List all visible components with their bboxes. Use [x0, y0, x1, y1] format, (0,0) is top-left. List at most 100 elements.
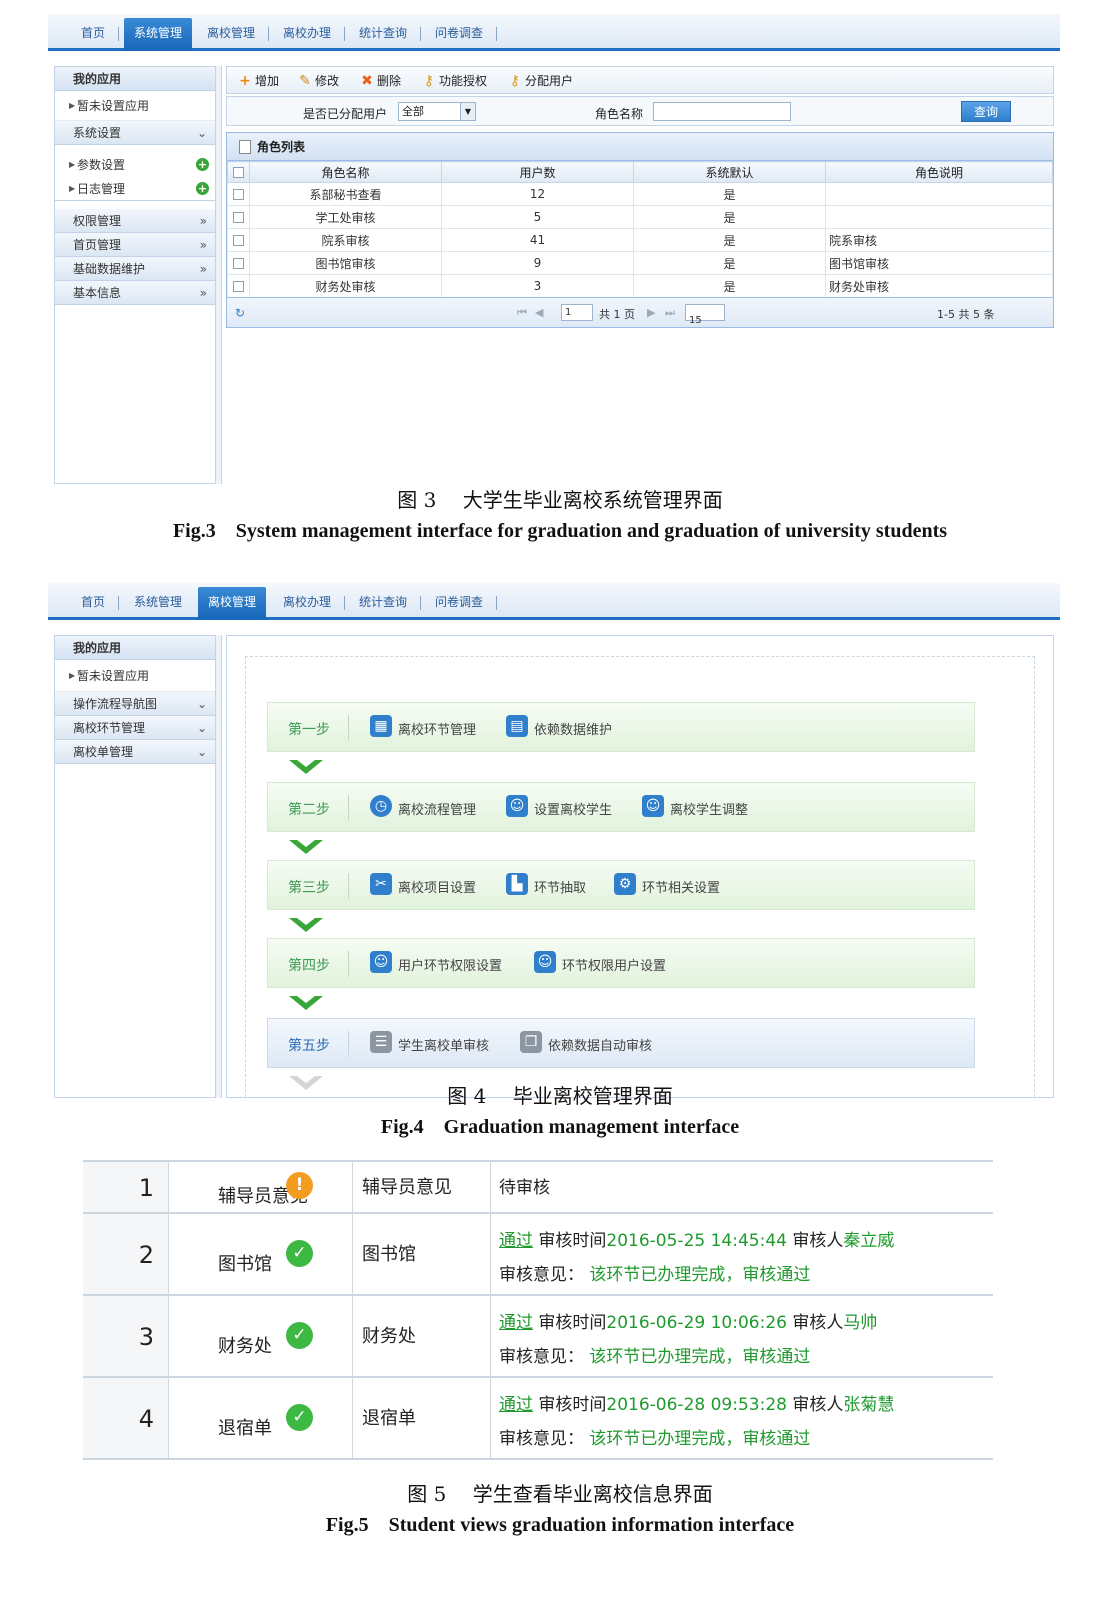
sidebar-group-system-settings[interactable]: 系统设置 ⌄: [55, 121, 215, 145]
nav-tab-home[interactable]: 首页: [72, 591, 114, 620]
step-link[interactable]: ☺ 离校学生调整: [642, 795, 748, 818]
nav-tab-survey[interactable]: 问卷调查: [426, 591, 492, 620]
nav-tab-leave-handle[interactable]: 离校办理: [274, 22, 340, 51]
table-row[interactable]: 学工处审核 5 是: [227, 205, 1053, 229]
table-row[interactable]: 图书馆审核 9 是图书馆审核: [227, 251, 1053, 275]
last-page-icon[interactable]: ⏭: [665, 306, 675, 320]
row-select-cell[interactable]: [227, 205, 250, 229]
step-link[interactable]: ◷ 离校流程管理: [370, 795, 476, 818]
checkbox[interactable]: [233, 167, 244, 178]
column-header[interactable]: 角色说明: [825, 161, 1053, 183]
add-button[interactable]: + 增加: [237, 73, 279, 89]
checkbox[interactable]: [233, 212, 244, 223]
sidebar-group-label: 基础数据维护: [73, 262, 146, 276]
role-name-label: 角色名称: [595, 107, 644, 121]
opinion-line: 审核意见： 该环节已办理完成，审核通过: [499, 1260, 810, 1285]
table-row[interactable]: 系部秘书查看 12 是: [227, 182, 1053, 206]
pass-status[interactable]: 通过: [499, 1395, 533, 1415]
fig5-audit-table: 1 辅导员意见 ! 辅导员意见 待审核 2 图书馆 ✓ 图书馆 通过 审核时间2…: [83, 1160, 993, 1460]
sidebar-splitter[interactable]: [216, 635, 222, 1098]
refresh-icon[interactable]: ↻: [235, 306, 245, 320]
column-header[interactable]: 用户数: [441, 161, 634, 183]
sidebar-item-params[interactable]: ▶ 参数设置 +: [55, 153, 215, 177]
stage-name: 退宿单: [218, 1418, 272, 1439]
assigned-select[interactable]: 全部 ▼: [398, 102, 476, 121]
column-header[interactable]: 系统默认: [633, 161, 826, 183]
row-select-cell[interactable]: [227, 182, 250, 206]
nav-tab-statistics[interactable]: 统计查询: [350, 22, 416, 51]
step-link[interactable]: ⚙ 环节相关设置: [614, 873, 721, 896]
sidebar-item-unset[interactable]: ▶ 暂未设置应用: [55, 91, 215, 121]
nav-tab-leave-manage[interactable]: 离校管理: [198, 22, 264, 51]
checkbox[interactable]: [233, 189, 244, 200]
checkbox[interactable]: [233, 235, 244, 246]
step-link[interactable]: ▙ 环节抽取: [506, 873, 586, 896]
step-link[interactable]: ▤ 依赖数据维护: [506, 715, 612, 738]
audit-line: 通过 审核时间2016-06-28 09:53:28 审核人张菊慧: [499, 1390, 894, 1415]
nav-tab-leave-handle[interactable]: 离校办理: [274, 591, 340, 620]
select-all-header[interactable]: [227, 161, 250, 183]
add-icon[interactable]: +: [196, 182, 209, 195]
step-link[interactable]: ☺ 用户环节权限设置: [370, 951, 502, 974]
nav-tab-leave-manage[interactable]: 离校管理: [198, 587, 266, 620]
assign-user-button[interactable]: ⚷ 分配用户: [507, 73, 573, 89]
row-select-cell[interactable]: [227, 274, 250, 298]
delete-button[interactable]: ✖ 删除: [359, 73, 401, 89]
sidebar-group-flow-nav[interactable]: 操作流程导航图 ⌄: [55, 692, 215, 716]
sidebar-item-logs[interactable]: ▶ 日志管理 +: [55, 177, 215, 201]
sidebar-group-label: 权限管理: [73, 214, 122, 228]
table-row[interactable]: 院系审核 41 是院系审核: [227, 228, 1053, 252]
role-name-input[interactable]: [653, 102, 791, 121]
next-page-icon[interactable]: ▶: [647, 306, 655, 319]
sidebar-group-homepage[interactable]: 首页管理 »: [55, 233, 215, 257]
step-link[interactable]: ▦ 离校环节管理: [370, 715, 476, 738]
sidebar-group-stage-manage[interactable]: 离校环节管理 ⌄: [55, 716, 215, 740]
column-header[interactable]: 角色名称: [249, 161, 442, 183]
add-icon[interactable]: +: [196, 158, 209, 171]
checkbox[interactable]: [233, 281, 244, 292]
step-link[interactable]: ☺ 环节权限用户设置: [534, 951, 666, 974]
pass-status[interactable]: 通过: [499, 1313, 533, 1333]
edit-button[interactable]: ✎ 修改: [297, 73, 339, 89]
pager: ↻ ⏮ ◀ 1 共 1 页 ▶ ⏭ 15 1-5 共 5 条: [227, 297, 1053, 327]
step-link[interactable]: ✂ 离校项目设置: [370, 873, 476, 896]
role-table: 角色名称 用户数 系统默认 角色说明 系部秘书查看 12 是学工处审核 5 是院系审核 4…: [227, 161, 1053, 298]
nav-tab-system[interactable]: 系统管理: [124, 18, 192, 51]
department: 辅导员意见: [354, 1162, 491, 1212]
row-select-cell[interactable]: [227, 251, 250, 275]
pass-status[interactable]: 通过: [499, 1231, 533, 1251]
sidebar-splitter[interactable]: [216, 66, 222, 484]
step-link[interactable]: ☰ 学生离校单审核: [370, 1031, 489, 1054]
prev-page-icon[interactable]: ◀: [535, 306, 543, 319]
step-1: 第一步 ▦ 离校环节管理 ▤ 依赖数据维护: [267, 702, 975, 752]
nav-tab-survey[interactable]: 问卷调查: [426, 22, 492, 51]
sidebar-group-basic-info[interactable]: 基本信息 »: [55, 281, 215, 305]
user-add-icon: ☺: [534, 951, 556, 973]
step-link[interactable]: ❐ 依赖数据自动审核: [520, 1031, 652, 1054]
nav-separator: [420, 596, 421, 610]
nav-tab-home[interactable]: 首页: [72, 22, 114, 51]
checkbox[interactable]: [233, 258, 244, 269]
step-link[interactable]: ☺ 设置离校学生: [506, 795, 612, 818]
table-row[interactable]: 财务处审核 3 是财务处审核: [227, 274, 1053, 298]
grant-button[interactable]: ⚷ 功能授权: [421, 73, 487, 89]
sidebar-group-form-manage[interactable]: 离校单管理 ⌄: [55, 740, 215, 764]
sidebar-group-permissions[interactable]: 权限管理 »: [55, 209, 215, 233]
nav-tab-statistics[interactable]: 统计查询: [350, 591, 416, 620]
sidebar-group-label: 基本信息: [73, 286, 122, 300]
nav-tab-system[interactable]: 系统管理: [124, 591, 192, 620]
main-panel: 第一步 ▦ 离校环节管理 ▤ 依赖数据维护 第二步 ◷ 离校流程管理 ☺ 设置离校学生 …: [226, 635, 1054, 1098]
first-page-icon[interactable]: ⏮: [517, 306, 527, 320]
sidebar-group-basic-data[interactable]: 基础数据维护 »: [55, 257, 215, 281]
nav-separator: [344, 27, 345, 41]
page-input[interactable]: 1: [561, 304, 593, 321]
page-size-select[interactable]: 15: [685, 304, 725, 326]
book-icon: ▤: [506, 715, 528, 737]
sidebar-item-unset[interactable]: ▶ 暂未设置应用: [55, 660, 215, 692]
row-select-cell[interactable]: [227, 228, 250, 252]
query-button[interactable]: 查询: [961, 101, 1012, 122]
time-label: 审核时间: [538, 1231, 607, 1251]
figure-5-caption-en: Fig.5 Student views graduation informati…: [325, 1514, 795, 1536]
step-link-label: 环节相关设置: [642, 881, 721, 896]
figure-4-caption-cn: 图 4 毕业离校管理界面: [447, 1084, 673, 1108]
